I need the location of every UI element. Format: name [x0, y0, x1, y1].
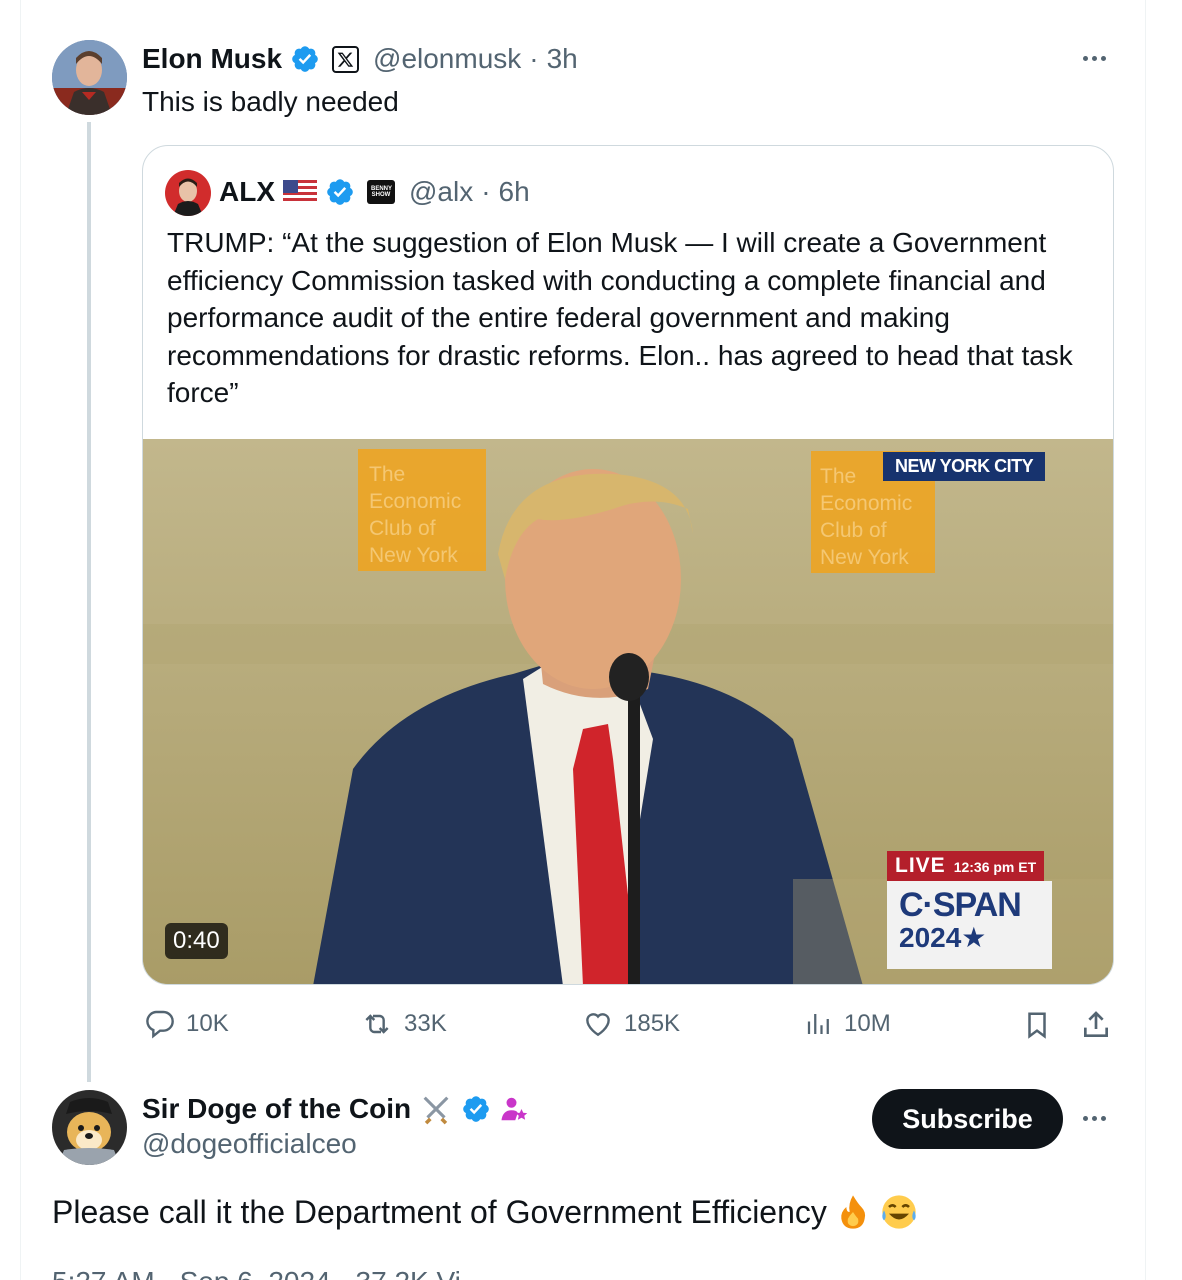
reply-verified-badge-icon[interactable]: [461, 1094, 491, 1124]
reply-post-meta: 5:27 AM · Sep 6, 2024 · 37.2K Vi: [52, 1266, 461, 1280]
live-time: 12:36 pm ET: [953, 859, 1037, 875]
quoted-handle[interactable]: @alx: [409, 176, 473, 208]
reply-post-header: Sir Doge of the Coin: [142, 1090, 529, 1128]
live-label: LIVE: [895, 854, 946, 877]
more-options-button[interactable]: [1083, 56, 1106, 61]
elon-avatar[interactable]: [52, 40, 127, 115]
bookmark-icon: [1028, 1012, 1046, 1039]
quoted-verified-badge-icon[interactable]: [325, 177, 355, 207]
banner-left-line: New York: [369, 544, 458, 567]
location-tag: NEW YORK CITY: [883, 452, 1046, 481]
network-year: 2024★: [899, 922, 987, 953]
banner-right-line: Economic: [820, 492, 913, 515]
quoted-time[interactable]: 6h: [499, 176, 530, 208]
banner-left: The Economic Club of New York: [369, 461, 461, 569]
repost-button[interactable]: 33K: [360, 1008, 447, 1040]
doge-avatar[interactable]: [52, 1090, 127, 1165]
post-time[interactable]: 3h: [547, 43, 578, 75]
reply-post-text: Please call it the Department of Governm…: [52, 1193, 827, 1230]
reply-more-options-button[interactable]: [1083, 1116, 1106, 1121]
subscribe-button[interactable]: Subscribe: [872, 1089, 1063, 1149]
reply-icon: [146, 1010, 174, 1039]
tears-of-joy-emoji-icon: [882, 1195, 916, 1229]
doge-avatar-image: [52, 1090, 127, 1165]
alx-avatar[interactable]: [165, 170, 211, 216]
elon-avatar-image: [52, 40, 127, 115]
verified-badge-icon[interactable]: [290, 44, 320, 74]
live-indicator: LIVE 12:36 pm ET: [887, 851, 1045, 881]
quoted-post-text: TRUMP: “At the suggestion of Elon Musk —…: [167, 227, 1073, 408]
reply-post-text-row: Please call it the Department of Governm…: [52, 1192, 919, 1232]
network-name: C·SPAN: [899, 886, 1022, 924]
quoted-post-header: ALX BENNY SHOW @alx · 6h: [219, 174, 530, 210]
repost-icon: [365, 1014, 389, 1034]
heart-icon: [586, 1013, 610, 1037]
affiliate-badge-text: BENNY SHOW: [371, 186, 393, 198]
share-button[interactable]: [1080, 1008, 1112, 1042]
reply-author-name[interactable]: Sir Doge of the Coin: [142, 1093, 411, 1125]
network-logo: C·SPAN 2024★: [887, 881, 1052, 969]
x-affiliate-icon[interactable]: [332, 45, 360, 73]
banner-left-line: The: [369, 463, 406, 486]
repost-count: 33K: [404, 1010, 447, 1037]
quoted-separator-dot: ·: [481, 176, 491, 207]
reply-button[interactable]: 10K: [144, 1008, 229, 1040]
quoted-post-card[interactable]: ALX BENNY SHOW @alx · 6h TRUMP: “At the …: [142, 145, 1114, 985]
fire-emoji-icon: [841, 1195, 865, 1229]
views-count: 10M: [844, 1010, 891, 1037]
banner-right-line: New York: [820, 546, 909, 569]
like-count: 185K: [624, 1010, 681, 1037]
thread-line: [87, 122, 91, 1082]
reply-count: 10K: [186, 1010, 229, 1037]
reply-handle[interactable]: @dogeofficialceo: [142, 1128, 357, 1160]
main-post-text: This is badly needed: [142, 86, 399, 117]
quoted-author-name[interactable]: ALX: [219, 176, 275, 208]
banner-left-line: Club of: [369, 517, 436, 540]
separator-dot: ·: [529, 43, 539, 74]
us-flag-icon: [283, 180, 317, 204]
alx-avatar-image: [165, 170, 211, 216]
views-chart-icon: [807, 1014, 829, 1034]
banner-left-line: Economic: [369, 490, 462, 513]
subscriber-badge-icon[interactable]: [499, 1094, 529, 1124]
main-post-header: Elon Musk @elonmusk · 3h: [142, 40, 578, 78]
views-button[interactable]: 10M: [804, 1008, 891, 1040]
author-handle[interactable]: @elonmusk: [373, 43, 521, 75]
like-button[interactable]: 185K: [582, 1008, 680, 1040]
crossed-swords-icon: [423, 1096, 449, 1125]
author-name[interactable]: Elon Musk: [142, 43, 282, 75]
bookmark-button[interactable]: [1022, 1008, 1052, 1042]
video-duration: 0:40: [165, 923, 228, 959]
banner-right-line: Club of: [820, 519, 887, 542]
share-icon: [1084, 1011, 1108, 1037]
affiliate-badge-icon[interactable]: BENNY SHOW: [367, 180, 395, 204]
video-player[interactable]: The Economic Club of New York The Econom…: [143, 439, 1113, 984]
